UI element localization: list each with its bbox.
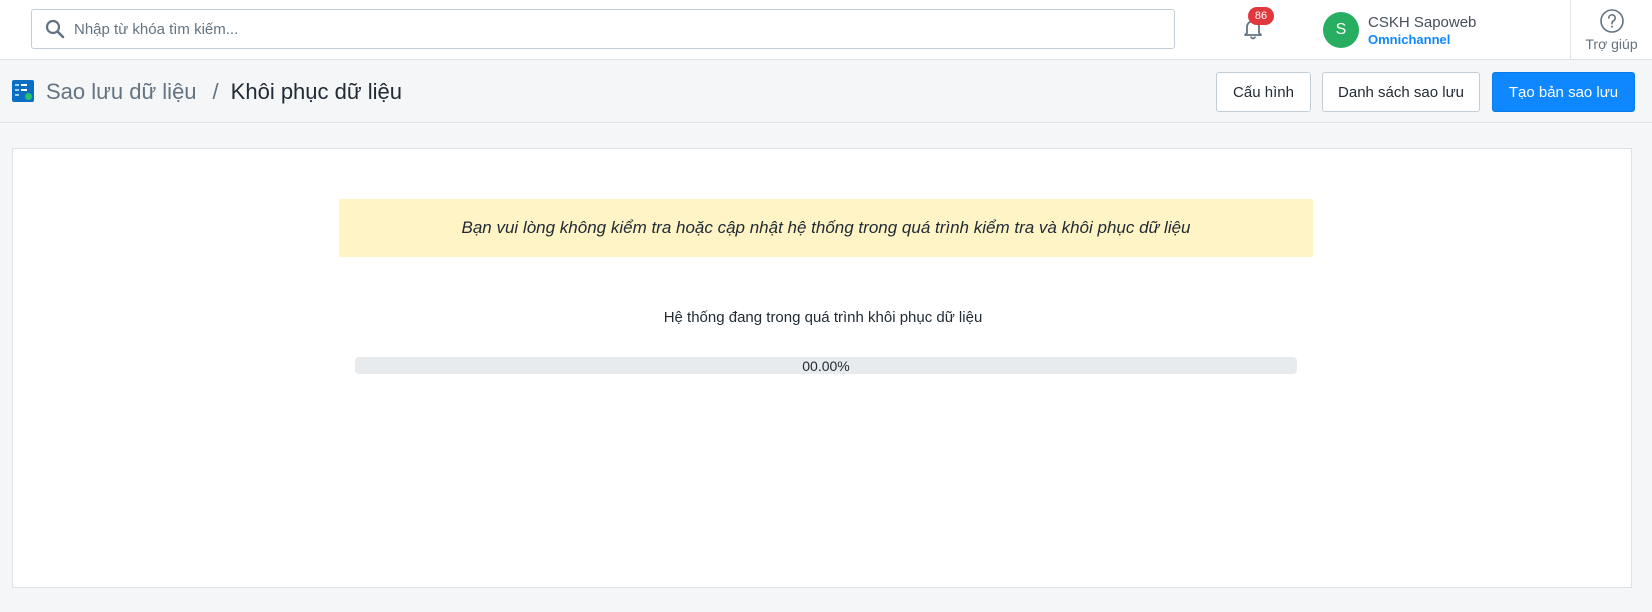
breadcrumb-parent-link[interactable]: Sao lưu dữ liệu — [46, 78, 197, 106]
help-circle-icon — [1599, 8, 1625, 34]
help-label: Trợ giúp — [1585, 36, 1638, 52]
account-menu[interactable]: S CSKH Sapoweb Omnichannel — [1323, 11, 1476, 49]
search-input[interactable] — [74, 10, 1174, 48]
backup-app-icon — [12, 80, 34, 102]
search-box[interactable] — [31, 9, 1175, 49]
progress-label: 00.00% — [802, 358, 850, 374]
search-icon — [44, 18, 66, 40]
warning-text: Bạn vui lòng không kiểm tra hoặc cập nhậ… — [461, 218, 1191, 237]
avatar: S — [1323, 12, 1359, 48]
create-backup-button[interactable]: Tạo bản sao lưu — [1492, 72, 1635, 112]
top-bar: 86 S CSKH Sapoweb Omnichannel Trợ giúp — [0, 0, 1652, 60]
restore-card: Bạn vui lòng không kiểm tra hoặc cập nhậ… — [12, 148, 1632, 588]
breadcrumb-separator: / — [212, 79, 219, 104]
config-button[interactable]: Cấu hình — [1216, 72, 1311, 112]
restore-progress-bar: 00.00% — [355, 357, 1297, 374]
notification-badge: 86 — [1248, 7, 1274, 25]
account-info: CSKH Sapoweb Omnichannel — [1368, 13, 1476, 48]
page-title: Khôi phục dữ liệu — [230, 79, 402, 104]
restore-status-text: Hệ thống đang trong quá trình khôi phục … — [663, 309, 983, 326]
backup-list-button[interactable]: Danh sách sao lưu — [1322, 72, 1480, 112]
help-button[interactable]: Trợ giúp — [1571, 0, 1652, 60]
account-name: CSKH Sapoweb — [1368, 13, 1477, 31]
warning-banner: Bạn vui lòng không kiểm tra hoặc cập nhậ… — [339, 199, 1313, 257]
page-header: Sao lưu dữ liệu / Khôi phục dữ liệu Cấu … — [0, 61, 1652, 123]
account-role: Omnichannel — [1368, 31, 1451, 47]
breadcrumb: Sao lưu dữ liệu / Khôi phục dữ liệu — [46, 78, 402, 106]
